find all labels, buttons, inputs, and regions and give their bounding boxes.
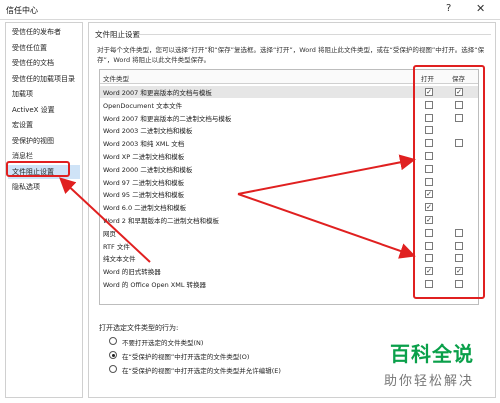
title-bar: 信任中心 ? ✕ <box>0 0 500 20</box>
file-type-name: Word 的 Office Open XML 转换器 <box>103 281 207 289</box>
radio-label: 在“受保护的视图”中打开选定的文件类型并允许编辑(E) <box>122 367 281 375</box>
file-type-name: Word 2007 和更高版本的二进制文档与模板 <box>103 114 232 123</box>
file-type-name: 网页 <box>103 229 116 238</box>
watermark-title: 百科全说 <box>390 342 474 366</box>
radio-label: 在“受保护的视图”中打开选定的文件类型(O) <box>122 353 250 361</box>
radio-button[interactable] <box>109 337 117 345</box>
file-type-name: Word 97 二进制文档和模板 <box>103 178 185 187</box>
watermark-logo: 百科全说 助你轻松解决 <box>362 338 498 400</box>
file-type-name: 纯文本文件 <box>103 255 136 264</box>
file-type-name: RTF 文件 <box>103 242 130 251</box>
file-type-name: OpenDocument 文本文件 <box>103 101 183 110</box>
file-type-name: Word XP 二进制文档和模板 <box>103 153 185 161</box>
radio-label: 不要打开选定的文件类型(N) <box>122 339 204 347</box>
window-title: 信任中心 <box>6 6 38 15</box>
sidebar-item[interactable]: 受信任的发布者 <box>12 25 61 39</box>
file-type-name: Word 95 二进制文档和模板 <box>103 191 185 200</box>
sidebar-item[interactable]: 受保护的视图 <box>12 134 54 148</box>
file-type-name: Word 2003 和纯 XML 文档 <box>103 140 185 149</box>
section-divider <box>137 34 491 35</box>
sidebar-item[interactable]: ActiveX 设置 <box>12 103 55 117</box>
help-button[interactable]: ? <box>446 3 451 14</box>
behavior-label: 打开选定文件类型的行为: <box>99 324 179 332</box>
annotation-box-sidebar <box>6 161 70 177</box>
annotation-box-checkboxes <box>413 65 485 299</box>
column-header-type: 文件类型 <box>103 75 129 83</box>
section-description: 对于每个文件类型，您可以选择“打开”和“保存”复选框。选择“打开”，Word 将… <box>97 46 485 64</box>
sidebar-item[interactable]: 宏设置 <box>12 118 33 132</box>
sidebar-item[interactable]: 隐私选项 <box>12 180 40 194</box>
file-type-name: Word 2 和早期版本的二进制文档和模板 <box>103 217 219 225</box>
section-title: 文件阻止设置 <box>95 30 140 39</box>
watermark-subtitle: 助你轻松解决 <box>384 374 475 389</box>
sidebar: 受信任的发布者 受信任位置 受信任的文档受信任的加载项目录 加载项 ActiveX 设置… <box>5 22 83 398</box>
sidebar-item[interactable]: 加载项 <box>12 87 33 101</box>
sidebar-item[interactable]: 受信任位置 <box>12 41 47 55</box>
radio-button[interactable] <box>109 351 117 359</box>
radio-button[interactable] <box>109 365 117 373</box>
close-button[interactable]: ✕ <box>476 2 485 15</box>
file-type-name: Word 2007 和更高版本的文档与模板 <box>103 89 212 97</box>
file-type-name: Word 6.0 二进制文档和模板 <box>103 204 187 213</box>
sidebar-item[interactable]: 受信任的文档 <box>12 56 54 70</box>
file-type-name: Word 2003 二进制文档和模板 <box>103 127 193 136</box>
sidebar-item[interactable]: 受信任的加载项目录 <box>12 72 75 86</box>
file-type-name: Word 2000 二进制文档和模板 <box>103 165 193 174</box>
file-type-name: Word 的旧式转换器 <box>103 268 161 277</box>
